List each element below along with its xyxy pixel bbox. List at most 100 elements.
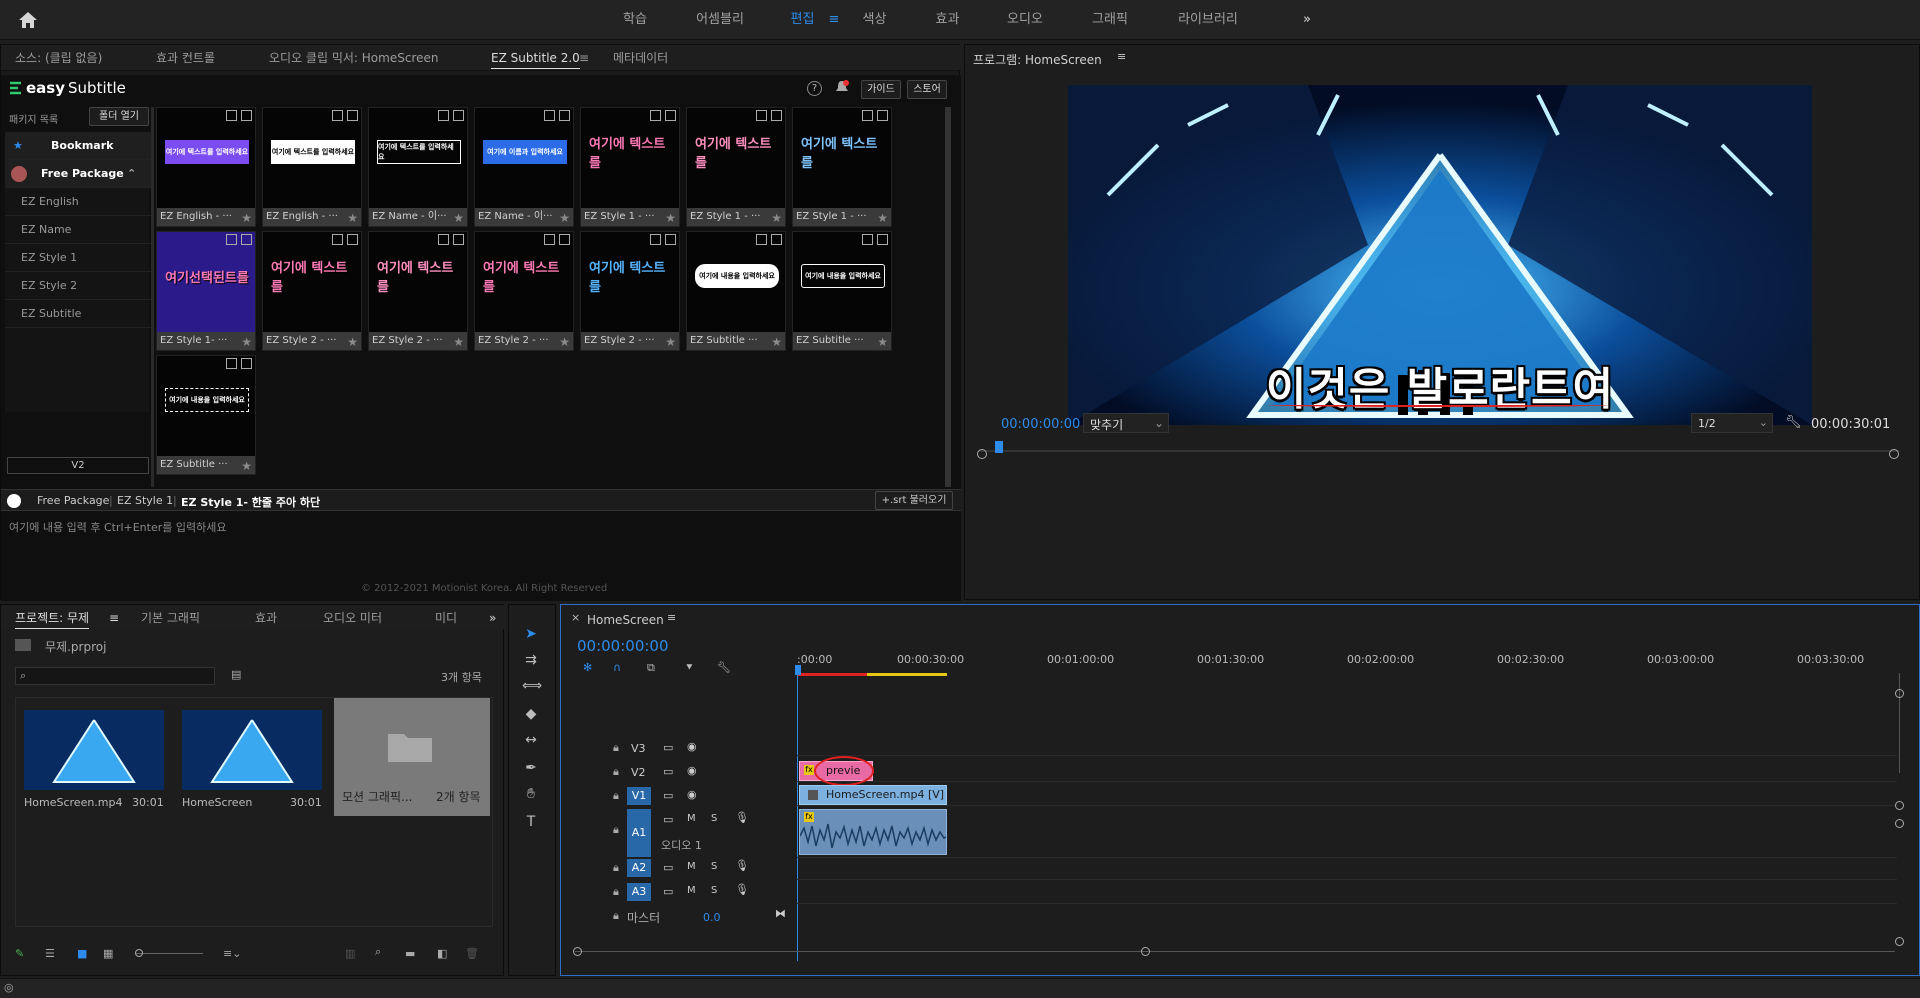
- trash-icon[interactable]: 🗑︎: [465, 947, 479, 960]
- checkbox-icon[interactable]: [453, 110, 464, 121]
- track-a3-label[interactable]: A3: [627, 883, 651, 901]
- duplicate-icon[interactable]: [438, 234, 449, 245]
- sidebar-item-ez-english[interactable]: EZ English: [5, 188, 153, 216]
- tab-menu-icon[interactable]: ≡: [579, 47, 589, 69]
- master-end-icon[interactable]: ⧓: [775, 907, 786, 920]
- checkbox-icon[interactable]: [877, 110, 888, 121]
- track-a1-label[interactable]: A1: [627, 809, 651, 857]
- microphone-icon[interactable]: 🎙︎: [735, 883, 749, 896]
- checkbox-icon[interactable]: [877, 234, 888, 245]
- ws-tab-assembly[interactable]: 어셈블리: [685, 0, 755, 40]
- scroll-handle[interactable]: [1895, 689, 1904, 698]
- scroll-handle[interactable]: [1895, 937, 1904, 946]
- duplicate-icon[interactable]: [226, 358, 237, 369]
- favorite-star-icon[interactable]: ★: [771, 211, 782, 225]
- project-search-input[interactable]: ⌕: [15, 667, 215, 685]
- zoom-slider[interactable]: [135, 953, 203, 954]
- ws-tab-color[interactable]: 색상: [852, 0, 897, 40]
- checkbox-icon[interactable]: [241, 234, 252, 245]
- checkbox-icon[interactable]: [771, 110, 782, 121]
- ws-tab-graphics[interactable]: 그래픽: [1085, 0, 1135, 40]
- checkbox-icon[interactable]: [665, 110, 676, 121]
- favorite-star-icon[interactable]: ★: [241, 459, 252, 473]
- more-tabs-icon[interactable]: »: [489, 607, 496, 629]
- duplicate-icon[interactable]: [650, 110, 661, 121]
- template-thumb[interactable]: 여기에 텍스트를 입력하세요 EZ English - ··· ★: [262, 107, 362, 227]
- duplicate-icon[interactable]: [332, 110, 343, 121]
- sidebar-item-bookmark[interactable]: ★ Bookmark: [5, 132, 153, 160]
- template-thumb[interactable]: 여기에 텍스트를 EZ Style 2 - ··· ★: [262, 231, 362, 351]
- open-folder-button[interactable]: 폴더 열기: [89, 107, 149, 126]
- breadcrumb-style[interactable]: EZ Style 1: [117, 494, 173, 507]
- time-ruler[interactable]: :00:00 00:00:30:00 00:01:00:00 00:01:30:…: [797, 653, 1897, 673]
- tab-media[interactable]: 미디: [435, 607, 457, 629]
- ws-more-icon[interactable]: »: [1297, 0, 1317, 40]
- ws-tab-learn[interactable]: 학습: [610, 0, 660, 40]
- duplicate-icon[interactable]: [544, 110, 555, 121]
- sidebar-item-ez-style-1[interactable]: EZ Style 1: [5, 244, 153, 272]
- ws-menu-icon[interactable]: ≡: [822, 0, 846, 40]
- bell-icon[interactable]: [835, 80, 849, 95]
- slip-tool-icon[interactable]: ↔: [522, 732, 540, 750]
- tab-project-menu-icon[interactable]: ≡: [109, 607, 119, 629]
- favorite-star-icon[interactable]: ★: [347, 335, 358, 349]
- duplicate-icon[interactable]: [650, 234, 661, 245]
- sidebar-item-ez-subtitle[interactable]: EZ Subtitle: [5, 300, 153, 328]
- favorite-star-icon[interactable]: ★: [665, 211, 676, 225]
- checkbox-icon[interactable]: [771, 234, 782, 245]
- sync-lock-icon[interactable]: ▭: [663, 765, 673, 778]
- new-item-icon[interactable]: ◧: [437, 947, 447, 960]
- ws-tab-audio[interactable]: 오디오: [1000, 0, 1050, 40]
- template-thumb[interactable]: 여기선택된트를 EZ Style 1- ··· ★: [156, 231, 256, 351]
- project-item-thumb[interactable]: [182, 710, 322, 790]
- sync-lock-icon[interactable]: ▭: [663, 789, 673, 802]
- scroll-handle[interactable]: [1141, 947, 1150, 956]
- track-v1-label[interactable]: V1: [627, 787, 651, 805]
- mute-button[interactable]: M: [687, 813, 696, 824]
- lock-icon[interactable]: 🔒︎: [613, 789, 619, 803]
- lock-icon[interactable]: 🔒︎: [613, 823, 619, 837]
- sync-lock-icon[interactable]: ▭: [663, 813, 673, 826]
- lock-icon[interactable]: 🔒︎: [613, 741, 619, 755]
- tab-audio-meter[interactable]: 오디오 미터: [323, 607, 382, 629]
- duplicate-icon[interactable]: [862, 234, 873, 245]
- duplicate-icon[interactable]: [226, 110, 237, 121]
- new-bin-button-icon[interactable]: ▬: [405, 947, 415, 960]
- template-thumb[interactable]: 여기에 내용을 입력하세요 EZ Subtitle ··· ★: [156, 355, 256, 475]
- tab-effects[interactable]: 효과: [255, 607, 277, 629]
- icon-view-icon[interactable]: ■: [77, 947, 87, 960]
- v2-clip[interactable]: fx previe: [799, 756, 874, 786]
- lock-icon[interactable]: 🔒︎: [613, 765, 619, 779]
- sync-lock-icon[interactable]: ▭: [663, 885, 673, 898]
- ws-tab-effects[interactable]: 효과: [925, 0, 970, 40]
- eye-icon[interactable]: ◉: [687, 764, 697, 777]
- solo-button[interactable]: S: [711, 861, 717, 872]
- tab-effect-controls[interactable]: 효과 컨트롤: [156, 47, 215, 69]
- eye-icon[interactable]: ◉: [687, 740, 697, 753]
- template-thumb[interactable]: 여기에 텍스트를 입력하세요 EZ English - ··· ★: [156, 107, 256, 227]
- v1-clip[interactable]: HomeScreen.mp4 [V]: [799, 785, 947, 805]
- video-vscroll[interactable]: [1899, 673, 1900, 773]
- scroll-handle[interactable]: [1895, 801, 1904, 810]
- a1-clip[interactable]: fx: [799, 809, 947, 855]
- track-a2-label[interactable]: A2: [627, 859, 651, 877]
- checkbox-icon[interactable]: [241, 358, 252, 369]
- sidebar-item-ez-style-2[interactable]: EZ Style 2: [5, 272, 153, 300]
- store-button[interactable]: 스토어: [907, 80, 947, 99]
- favorite-star-icon[interactable]: ★: [453, 335, 464, 349]
- lock-icon[interactable]: 🔒︎: [613, 885, 619, 899]
- template-thumb[interactable]: 여기에 내용을 입력하세요 EZ Subtitle ··· ★: [792, 231, 892, 351]
- home-icon[interactable]: [18, 11, 38, 29]
- ripple-edit-tool-icon[interactable]: ⟺: [522, 678, 542, 696]
- track-v2-label[interactable]: V2: [631, 766, 646, 779]
- track-v3-label[interactable]: V3: [631, 742, 646, 755]
- favorite-star-icon[interactable]: ★: [453, 211, 464, 225]
- favorite-star-icon[interactable]: ★: [665, 335, 676, 349]
- favorite-star-icon[interactable]: ★: [241, 335, 252, 349]
- eye-icon[interactable]: ◉: [687, 788, 697, 801]
- checkbox-icon[interactable]: [241, 110, 252, 121]
- checkbox-icon[interactable]: [559, 110, 570, 121]
- find-icon[interactable]: ⌕: [375, 945, 381, 959]
- checkbox-icon[interactable]: [559, 234, 570, 245]
- tab-project[interactable]: 프로젝트: 무제: [15, 607, 90, 629]
